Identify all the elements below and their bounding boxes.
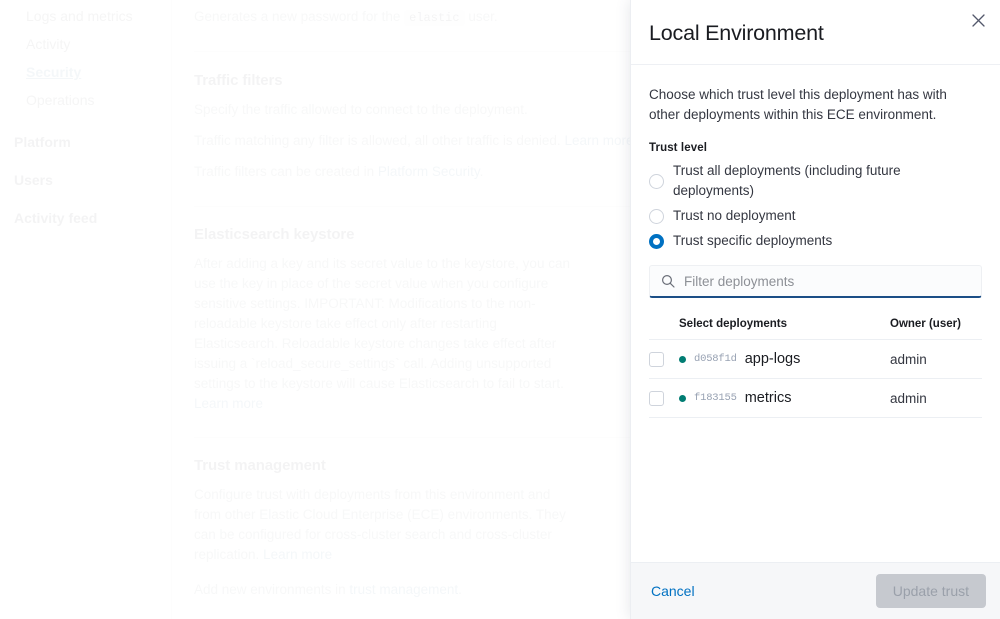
trust-management-line2: Add new environments in [194, 582, 346, 597]
flyout-footer: Cancel Update trust [631, 562, 1000, 619]
radio-trust-no-deployment[interactable]: Trust no deployment [649, 206, 982, 226]
search-input[interactable] [675, 266, 981, 296]
trust-management-line2-period: . [458, 582, 462, 597]
radio-icon-selected [649, 234, 664, 249]
sidebar-item-security[interactable]: Security [0, 58, 171, 86]
radio-icon [649, 174, 664, 189]
radio-label: Trust specific deployments [673, 231, 832, 251]
traffic-filters-line2: Traffic matching any filter is allowed, … [194, 133, 561, 148]
update-trust-button[interactable]: Update trust [876, 574, 986, 608]
sidebar-item-activity[interactable]: Activity [0, 30, 171, 58]
flyout-description: Choose which trust level this deployment… [649, 85, 979, 125]
deployment-name[interactable]: app-logs [745, 351, 801, 367]
sidebar-item-label: Logs and metrics [26, 8, 133, 24]
sidebar-item-activity-feed[interactable]: Activity feed [0, 199, 171, 237]
header-owner: Owner (user) [890, 318, 982, 330]
trust-management-body: Configure trust with deployments from th… [194, 487, 566, 562]
row-checkbox-cell [649, 391, 679, 406]
sidebar-item-users[interactable]: Users [0, 161, 171, 199]
traffic-filters-line3-period: . [480, 164, 484, 179]
table-row[interactable]: f183155 metrics admin [649, 379, 982, 418]
filter-deployments-search[interactable] [649, 265, 982, 298]
header-select-deployments: Select deployments [679, 318, 890, 330]
row-name-cell: d058f1d app-logs [679, 351, 890, 367]
reset-password-desc-before: Generates a new password for the [194, 9, 400, 24]
keystore-body: After adding a key and its secret value … [194, 256, 570, 391]
sidebar-item-label: Users [14, 172, 53, 188]
trust-level-label: Trust level [649, 142, 982, 154]
table-row[interactable]: d058f1d app-logs admin [649, 340, 982, 379]
traffic-filters-line3: Traffic filters can be created in [194, 164, 374, 179]
traffic-filters-line1: Specify the traffic allowed to connect t… [194, 102, 528, 117]
row-checkbox[interactable] [649, 352, 664, 367]
sidebar-item-label: Platform [14, 134, 71, 150]
deployment-owner: admin [890, 352, 982, 367]
radio-label: Trust no deployment [673, 206, 796, 226]
sidebar-item-platform[interactable]: Platform [0, 123, 171, 161]
elastic-code: elastic [404, 10, 464, 26]
deployments-table: Select deployments Owner (user) d058f1d … [649, 318, 982, 418]
deployment-id: d058f1d [694, 353, 737, 365]
search-icon [661, 274, 675, 288]
sidebar-item-label: Activity feed [14, 210, 97, 226]
trust-management-learn-more-link[interactable]: Learn more [263, 547, 332, 562]
sidebar: Logs and metrics Activity Security Opera… [0, 0, 172, 619]
radio-trust-all-deployments[interactable]: Trust all deployments (including future … [649, 161, 982, 201]
radio-label: Trust all deployments (including future … [673, 161, 982, 201]
deployment-owner: admin [890, 391, 982, 406]
local-environment-flyout: Local Environment Choose which trust lev… [630, 0, 1000, 619]
traffic-filters-learn-more-link[interactable]: Learn more [564, 133, 633, 148]
sidebar-item-label: Security [26, 64, 81, 80]
trust-management-link[interactable]: trust management [349, 582, 458, 597]
app-root: Logs and metrics Activity Security Opera… [0, 0, 1000, 619]
row-name-cell: f183155 metrics [679, 390, 890, 406]
sidebar-item-operations[interactable]: Operations [0, 86, 171, 114]
status-healthy-icon [679, 395, 686, 402]
row-checkbox[interactable] [649, 391, 664, 406]
platform-security-link[interactable]: Platform Security [378, 164, 480, 179]
radio-icon [649, 209, 664, 224]
close-icon[interactable] [969, 11, 987, 29]
radio-trust-specific-deployments[interactable]: Trust specific deployments [649, 231, 982, 251]
sidebar-item-label: Activity [26, 36, 70, 52]
cancel-button[interactable]: Cancel [649, 577, 697, 605]
sidebar-item-label: Operations [26, 92, 94, 108]
deployment-id: f183155 [694, 392, 737, 404]
table-header-row: Select deployments Owner (user) [649, 318, 982, 340]
flyout-body: Choose which trust level this deployment… [631, 65, 1000, 562]
keystore-learn-more-link[interactable]: Learn more [194, 396, 263, 411]
sidebar-item-logs-and-metrics[interactable]: Logs and metrics [0, 2, 171, 30]
status-healthy-icon [679, 356, 686, 363]
reset-password-desc-after: user. [468, 9, 497, 24]
row-checkbox-cell [649, 352, 679, 367]
flyout-title: Local Environment [649, 18, 976, 48]
flyout-header: Local Environment [631, 0, 1000, 65]
deployment-name[interactable]: metrics [745, 390, 792, 406]
